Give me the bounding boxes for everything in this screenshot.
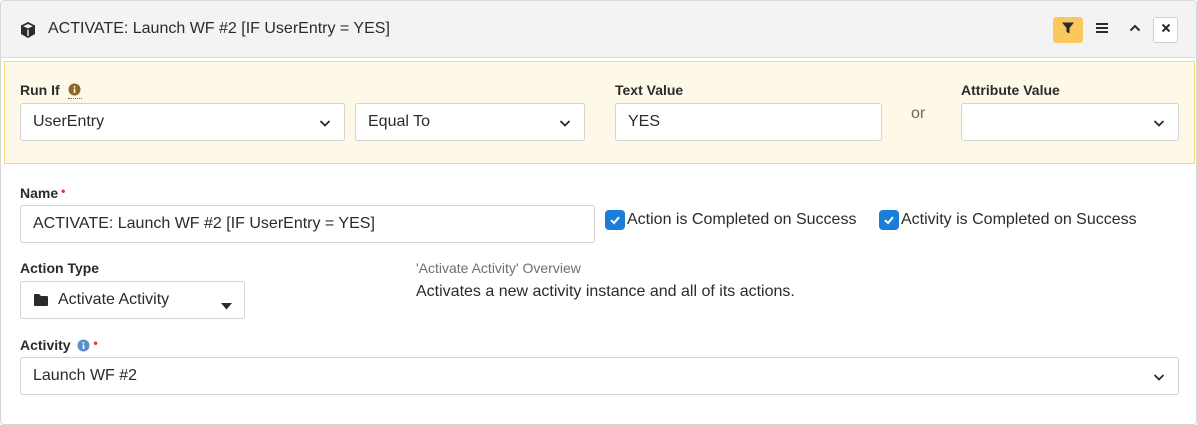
action-panel: ACTIVATE: Launch WF #2 [IF UserEntry = Y… (0, 0, 1197, 425)
text-value-label: Text Value (615, 82, 684, 98)
attribute-value-select[interactable] (961, 103, 1179, 141)
chevron-down-icon (558, 116, 572, 130)
activity-completed-checkbox[interactable]: Activity is Completed on Success (879, 210, 1137, 230)
required-indicator: • (93, 336, 98, 350)
info-circle-icon[interactable] (67, 82, 82, 99)
info-circle-icon[interactable] (77, 338, 90, 354)
text-value-input[interactable]: YES (615, 103, 882, 141)
caret-down-icon (221, 297, 232, 315)
checkbox-checked-icon (879, 210, 899, 230)
run-if-label: Run If (20, 82, 82, 99)
action-type-label: Action Type (20, 260, 100, 276)
chevron-up-icon (1128, 21, 1142, 40)
name-input[interactable]: ACTIVATE: Launch WF #2 [IF UserEntry = Y… (20, 205, 595, 243)
chevron-down-icon (318, 116, 332, 130)
close-icon (1160, 21, 1172, 39)
filter-icon (1061, 21, 1075, 40)
activity-select[interactable]: Launch WF #2 (20, 357, 1179, 395)
or-label: or (911, 105, 926, 122)
menu-button[interactable] (1087, 17, 1117, 43)
overview-description: Activates a new activity instance and al… (416, 283, 795, 300)
chevron-down-icon (1152, 370, 1166, 384)
menu-icon (1095, 21, 1109, 40)
name-label: Name • (20, 184, 66, 201)
filter-button[interactable] (1053, 17, 1083, 43)
comparison-select[interactable]: Equal To (355, 103, 585, 141)
action-completed-checkbox[interactable]: Action is Completed on Success (605, 210, 856, 230)
activity-label: Activity • (20, 336, 98, 354)
close-button[interactable] (1153, 17, 1178, 43)
collapse-button[interactable] (1120, 17, 1150, 43)
required-indicator: • (61, 184, 66, 198)
overview-title: 'Activate Activity' Overview (416, 260, 581, 276)
checkbox-checked-icon (605, 210, 625, 230)
cube-icon (19, 21, 37, 39)
folder-icon (33, 293, 49, 307)
action-type-select[interactable]: Activate Activity (20, 281, 245, 319)
panel-header: ACTIVATE: Launch WF #2 [IF UserEntry = Y… (1, 1, 1196, 58)
chevron-down-icon (1152, 116, 1166, 130)
panel-title: ACTIVATE: Launch WF #2 [IF UserEntry = Y… (48, 20, 390, 37)
run-if-attribute-select[interactable]: UserEntry (20, 103, 345, 141)
attribute-value-label: Attribute Value (961, 82, 1060, 98)
